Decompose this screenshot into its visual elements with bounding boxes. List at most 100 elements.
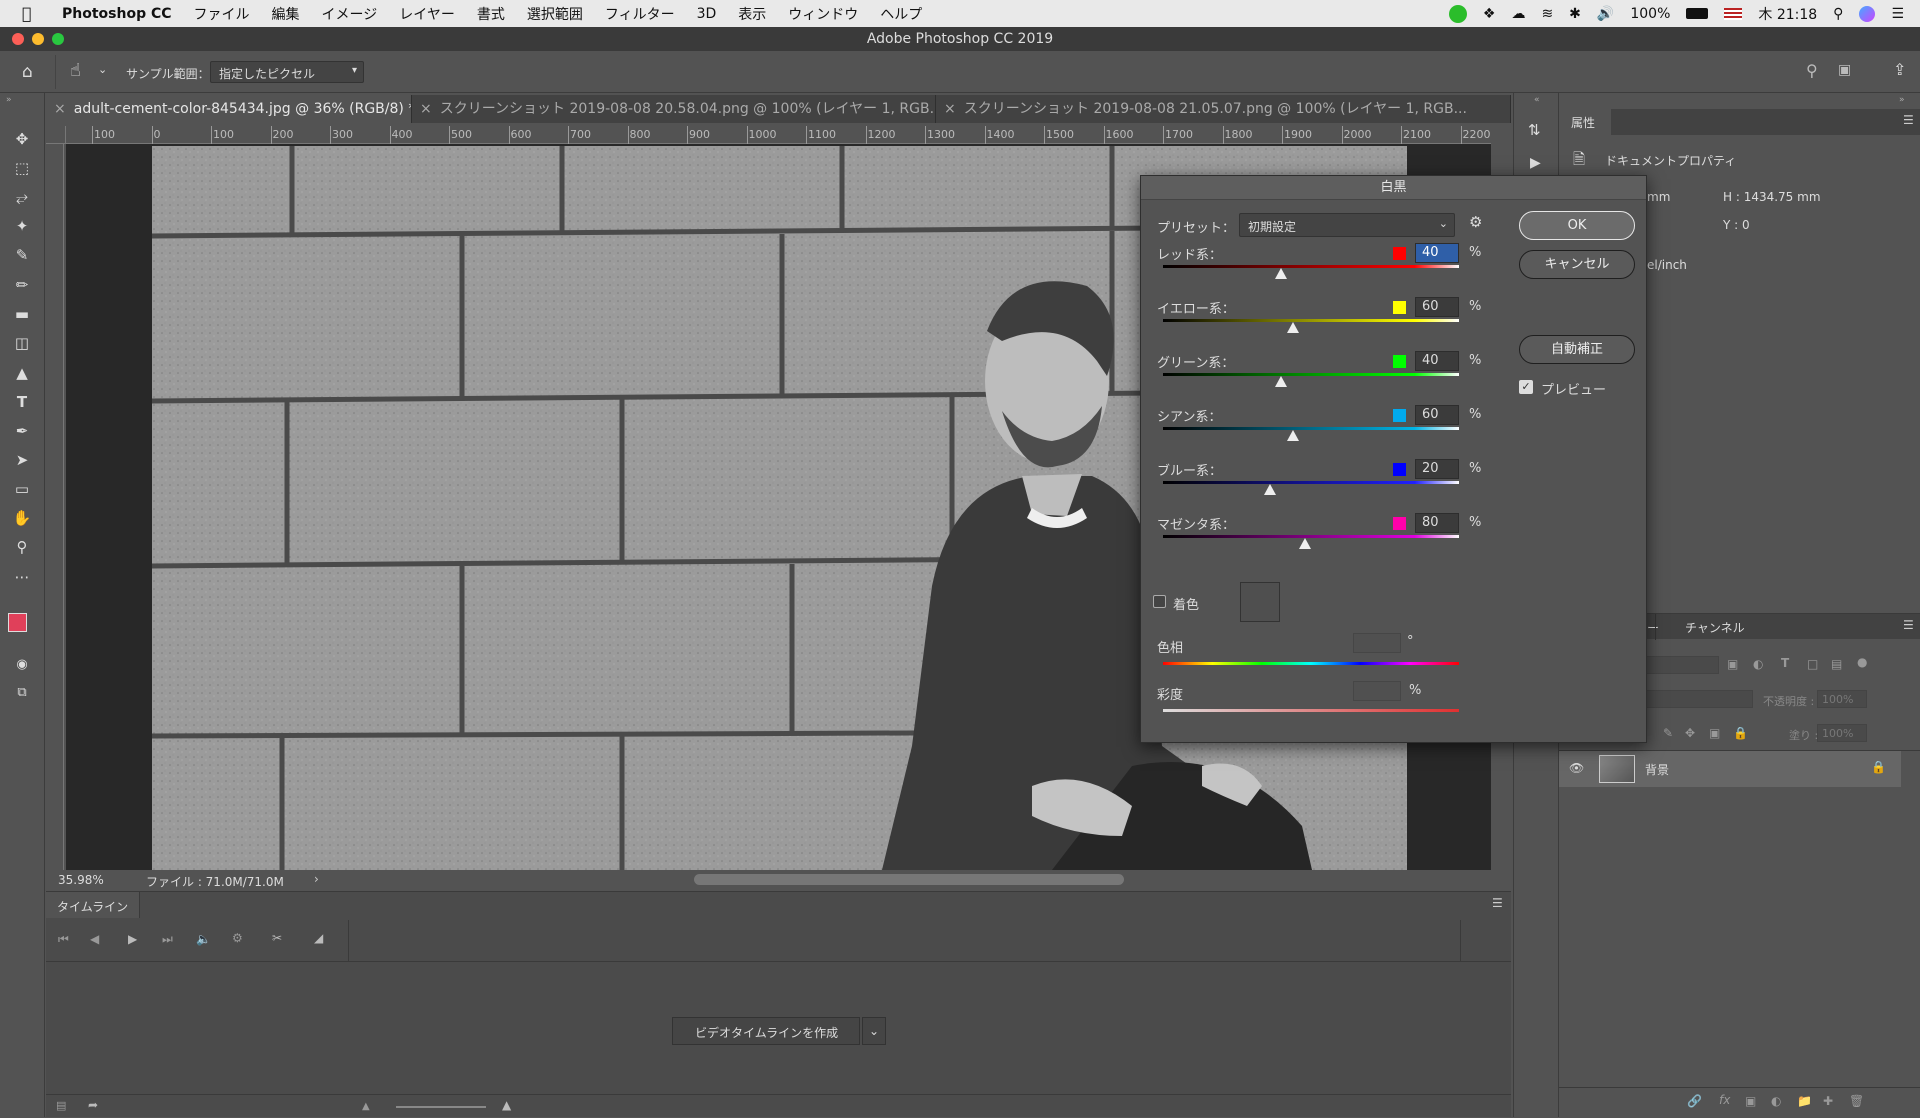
stamp-tool-icon[interactable]: ▬ — [10, 302, 34, 326]
dropbox-icon[interactable]: ❖ — [1483, 6, 1496, 22]
menu-type[interactable]: 書式 — [477, 4, 505, 24]
paint-bucket-tool-icon[interactable]: ▲ — [10, 361, 34, 385]
horizontal-ruler[interactable]: 100 0 100 200 300 400 500 600 700 800 900 1000 1100 1… — [66, 126, 1491, 144]
menu-select[interactable]: 選択範囲 — [527, 4, 583, 24]
clock[interactable]: 木 21:18 — [1758, 4, 1817, 24]
menu-view[interactable]: 表示 — [738, 4, 766, 24]
tab-timeline[interactable]: タイムライン — [46, 892, 140, 918]
app-menu[interactable]: Photoshop CC — [62, 6, 172, 22]
timeline-mode-dropdown[interactable]: ⌄ — [862, 1017, 886, 1045]
menu-file[interactable]: ファイル — [194, 4, 250, 24]
slider-thumb[interactable] — [1263, 484, 1276, 495]
menu-filter[interactable]: フィルター — [605, 4, 675, 24]
layer-kind-filter[interactable] — [1643, 656, 1719, 674]
filter-type-icon[interactable]: T — [1781, 656, 1789, 670]
slider-value-input[interactable]: 40 — [1415, 351, 1459, 371]
preview-checkbox[interactable]: ✓ — [1519, 380, 1533, 394]
first-frame-icon[interactable]: ⏮ — [58, 932, 69, 947]
slider-track[interactable] — [1163, 319, 1459, 322]
slider-thumb[interactable] — [1287, 430, 1300, 441]
filter-shape-icon[interactable]: □ — [1807, 657, 1818, 671]
new-layer-icon[interactable]: ✚ — [1823, 1094, 1833, 1108]
vertical-ruler[interactable] — [46, 144, 64, 870]
rectangle-tool-icon[interactable]: ▭ — [10, 477, 34, 501]
screen-mode-icon[interactable]: ⧉ — [10, 681, 34, 705]
cancel-button[interactable]: キャンセル — [1519, 250, 1635, 279]
play-icon[interactable]: ▶ — [128, 932, 137, 946]
wifi-icon[interactable]: ≋ — [1541, 6, 1553, 22]
path-select-tool-icon[interactable]: ➤ — [10, 448, 34, 472]
filter-image-icon[interactable]: ▣ — [1727, 657, 1738, 671]
quick-select-tool-icon[interactable]: ✦ — [10, 214, 34, 238]
add-mask-icon[interactable]: ▣ — [1745, 1094, 1756, 1108]
create-video-timeline-button[interactable]: ビデオタイムラインを作成 — [672, 1017, 860, 1045]
apple-icon[interactable]:  — [22, 4, 42, 23]
slider-track[interactable] — [1163, 373, 1459, 376]
flag-icon[interactable] — [1724, 7, 1743, 20]
horizontal-scrollbar[interactable] — [694, 874, 1124, 885]
collapse-panels-icon[interactable]: » — [1899, 95, 1905, 105]
menu-layer[interactable]: レイヤー — [399, 4, 455, 24]
brush-tool-icon[interactable]: ✏ — [10, 273, 34, 297]
slider-thumb[interactable] — [1299, 538, 1312, 549]
menu-window[interactable]: ウィンドウ — [788, 4, 858, 24]
lock-icon[interactable]: 🔒 — [1871, 760, 1886, 774]
history-icon[interactable]: ⇅ — [1528, 121, 1541, 139]
slider-thumb[interactable] — [1275, 376, 1288, 387]
timeline-zoom-slider[interactable] — [396, 1106, 486, 1108]
lock-all-icon[interactable]: 🔒 — [1733, 726, 1748, 740]
tint-color-swatch[interactable] — [1240, 582, 1280, 622]
sample-range-select[interactable]: 指定したピクセル ▾ — [210, 61, 364, 83]
lasso-tool-icon[interactable]: ⥂ — [10, 185, 34, 209]
filter-adjustment-icon[interactable]: ◐ — [1753, 657, 1763, 671]
slider-value-input[interactable]: 40 — [1415, 243, 1459, 263]
slider-track[interactable] — [1163, 265, 1459, 268]
preset-options-gear-icon[interactable]: ⚙ — [1469, 213, 1482, 231]
move-tool-icon[interactable]: ✥ — [10, 127, 34, 151]
fill-input[interactable]: 100% — [1817, 724, 1867, 742]
adjustment-layer-icon[interactable]: ◐ — [1771, 1094, 1781, 1108]
eraser-tool-icon[interactable]: ◫ — [10, 331, 34, 355]
panel-menu-icon[interactable]: ☰ — [1903, 113, 1914, 127]
previous-frame-icon[interactable]: ◀ — [90, 932, 99, 946]
render-icon[interactable]: ➦ — [88, 1098, 98, 1112]
filter-toggle-icon[interactable]: ● — [1857, 655, 1867, 669]
next-frame-icon[interactable]: ⏭ — [162, 932, 173, 947]
slider-value-input[interactable]: 20 — [1415, 459, 1459, 479]
menu-image[interactable]: イメージ — [322, 4, 378, 24]
slider-thumb[interactable] — [1275, 268, 1288, 279]
blend-mode-select[interactable] — [1643, 690, 1753, 708]
audio-icon[interactable]: 🔈 — [196, 932, 211, 946]
fx-icon[interactable]: fx — [1719, 1093, 1730, 1107]
actions-play-icon[interactable]: ▶ — [1530, 155, 1541, 171]
new-group-icon[interactable]: 📁 — [1797, 1094, 1812, 1108]
volume-icon[interactable]: 🔊 — [1597, 6, 1614, 22]
hand-tool-icon[interactable]: ✋ — [10, 506, 34, 530]
tab-document-3[interactable]: × スクリーンショット 2019-08-08 21.05.07.png @ 100… — [936, 95, 1511, 123]
hue-input[interactable] — [1353, 633, 1401, 653]
filter-smart-object-icon[interactable]: ▤ — [1831, 657, 1842, 671]
tab-properties[interactable]: 属性 — [1559, 109, 1611, 135]
transition-icon[interactable]: ◢ — [314, 931, 323, 945]
zoom-level[interactable]: 35.98% — [58, 873, 104, 887]
tool-preset-dropdown[interactable]: ⌄ — [98, 63, 107, 76]
expand-panels-icon[interactable]: « — [1534, 95, 1540, 105]
siri-icon[interactable] — [1859, 5, 1876, 22]
hue-slider[interactable] — [1163, 662, 1459, 665]
height-value[interactable]: H : 1434.75 mm — [1723, 190, 1821, 204]
slider-value-input[interactable]: 80 — [1415, 513, 1459, 533]
close-window-button[interactable] — [12, 33, 24, 45]
auto-button[interactable]: 自動補正 — [1519, 335, 1635, 364]
slider-value-input[interactable]: 60 — [1415, 405, 1459, 425]
close-tab-icon[interactable]: × — [54, 101, 66, 117]
spotlight-icon[interactable]: ⚲ — [1833, 6, 1843, 22]
eyedropper-tool-icon[interactable]: ✎ — [10, 243, 34, 267]
frame-mode-icon[interactable]: ▤ — [56, 1099, 66, 1112]
link-layers-icon[interactable]: 🔗 — [1687, 1094, 1702, 1108]
more-tools-icon[interactable]: ⋯ — [10, 565, 34, 589]
panel-menu-icon[interactable]: ☰ — [1492, 896, 1503, 910]
close-tab-icon[interactable]: × — [944, 101, 956, 117]
layer-row-background[interactable]: 👁 背景 🔒 — [1559, 751, 1901, 787]
menu-edit[interactable]: 編集 — [272, 4, 300, 24]
lock-position-icon[interactable]: ✥ — [1685, 726, 1695, 740]
